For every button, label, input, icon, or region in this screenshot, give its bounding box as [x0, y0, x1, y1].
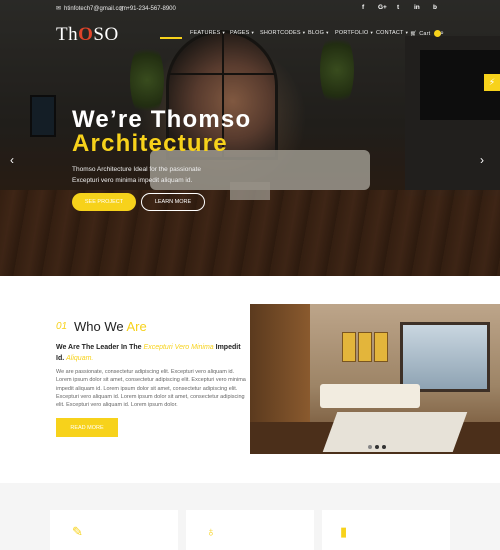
google-plus-icon[interactable]: G+	[378, 4, 387, 11]
cart-button[interactable]: 🛒︎ Cart	[410, 30, 442, 37]
room-window	[400, 322, 490, 392]
interior-photo	[250, 304, 500, 454]
linkedin-icon[interactable]: in	[414, 4, 420, 11]
room-rug	[322, 412, 468, 452]
section-lead: We Are The Leader In The Excepturi Vero …	[56, 342, 246, 364]
carousel-dot[interactable]	[382, 445, 386, 449]
cart-label: Cart	[419, 30, 431, 37]
email-text: htinfotech7@gmail.com	[64, 5, 127, 12]
section-title: Who We Are	[74, 319, 147, 334]
chevron-down-icon: ▾	[326, 30, 329, 35]
carousel-dots	[368, 445, 386, 449]
lead-accent: Aliquam.	[66, 355, 94, 362]
behance-icon[interactable]: b	[433, 4, 437, 11]
site-logo[interactable]: ThOSO	[56, 24, 119, 46]
logo-text: Th	[56, 24, 79, 45]
nav-label: SHORTCODES	[260, 30, 301, 36]
chevron-down-icon: ▾	[405, 30, 409, 35]
facebook-icon[interactable]: f	[362, 4, 364, 11]
slider-prev-arrow-icon[interactable]: ‹	[10, 153, 14, 167]
logo-text: SO	[93, 24, 119, 45]
nav-label: PORTFOLIO	[335, 30, 369, 36]
read-more-button[interactable]: READ MORE	[56, 418, 118, 437]
nav-label: CONTACT	[376, 30, 404, 36]
title-text: Who We	[74, 319, 124, 334]
twitter-icon[interactable]: t	[397, 4, 399, 11]
nav-portfolio[interactable]: PORTFOLIO ▾	[335, 30, 373, 36]
nav-label: FEATURES	[190, 30, 221, 36]
active-nav-indicator	[160, 37, 182, 39]
phone-info[interactable]: ▯ +91-234-567-8900	[120, 5, 176, 13]
title-accent: Are	[126, 319, 147, 334]
slider-next-arrow-icon[interactable]: ›	[480, 153, 484, 167]
lead-text: We Are The Leader In The	[56, 344, 142, 351]
wall-art	[374, 332, 388, 362]
logo-mark: O	[78, 24, 94, 45]
chevron-down-icon: ▾	[370, 30, 373, 35]
wall-art	[342, 332, 356, 362]
carousel-dot[interactable]	[375, 445, 379, 449]
nav-features[interactable]: FEATURES ▾	[190, 30, 225, 36]
hero-subtitle: Thomso Architecture Ideal for the passio…	[72, 166, 201, 173]
pencil-ruler-icon: ✎	[72, 524, 83, 539]
phone-text: +91-234-567-8900	[126, 5, 176, 12]
cart-icon: 🛒︎	[410, 30, 418, 37]
hero-subtitle: Excepturi vero minima impedit aliquam id…	[72, 177, 193, 184]
hero-title-line2: Architecture	[72, 130, 228, 157]
email-info[interactable]: ✉ htinfotech7@gmail.com	[56, 5, 127, 13]
section-number: 01	[56, 321, 68, 332]
mail-icon: ✉	[56, 6, 62, 12]
wall-art	[358, 332, 372, 362]
nav-label: PAGES	[230, 30, 250, 36]
room-couch	[320, 384, 420, 408]
top-bar: ✉ htinfotech7@gmail.com ▯ +91-234-567-89…	[0, 0, 500, 18]
nav-contact[interactable]: CONTACT ▾	[376, 30, 408, 36]
lightbulb-icon: ♁	[206, 524, 216, 539]
chevron-down-icon: ▾	[251, 30, 255, 35]
search-icon[interactable]: ⌕	[440, 30, 444, 38]
phone-icon: ▯	[120, 6, 124, 12]
see-project-button[interactable]: SEE PROJECT	[72, 193, 136, 211]
nav-label: BLOG	[308, 30, 325, 36]
lead-accent: Excepturi Vero Minima	[143, 344, 214, 351]
nav-pages[interactable]: PAGES ▾	[230, 30, 254, 36]
learn-more-button[interactable]: LEARN MORE	[141, 193, 205, 211]
chevron-down-icon: ▾	[302, 30, 306, 35]
nav-shortcodes[interactable]: SHORTCODES ▾	[260, 30, 305, 36]
paint-roller-icon: ▮	[340, 524, 348, 539]
service-card[interactable]	[50, 510, 178, 550]
nav-blog[interactable]: BLOG ▾	[308, 30, 329, 36]
carousel-dot[interactable]	[368, 445, 372, 449]
lightning-icon[interactable]: ⚡︎	[484, 74, 500, 91]
section-body: We are passionate, consectetur adipiscin…	[56, 369, 246, 409]
chevron-down-icon: ▾	[222, 30, 225, 35]
